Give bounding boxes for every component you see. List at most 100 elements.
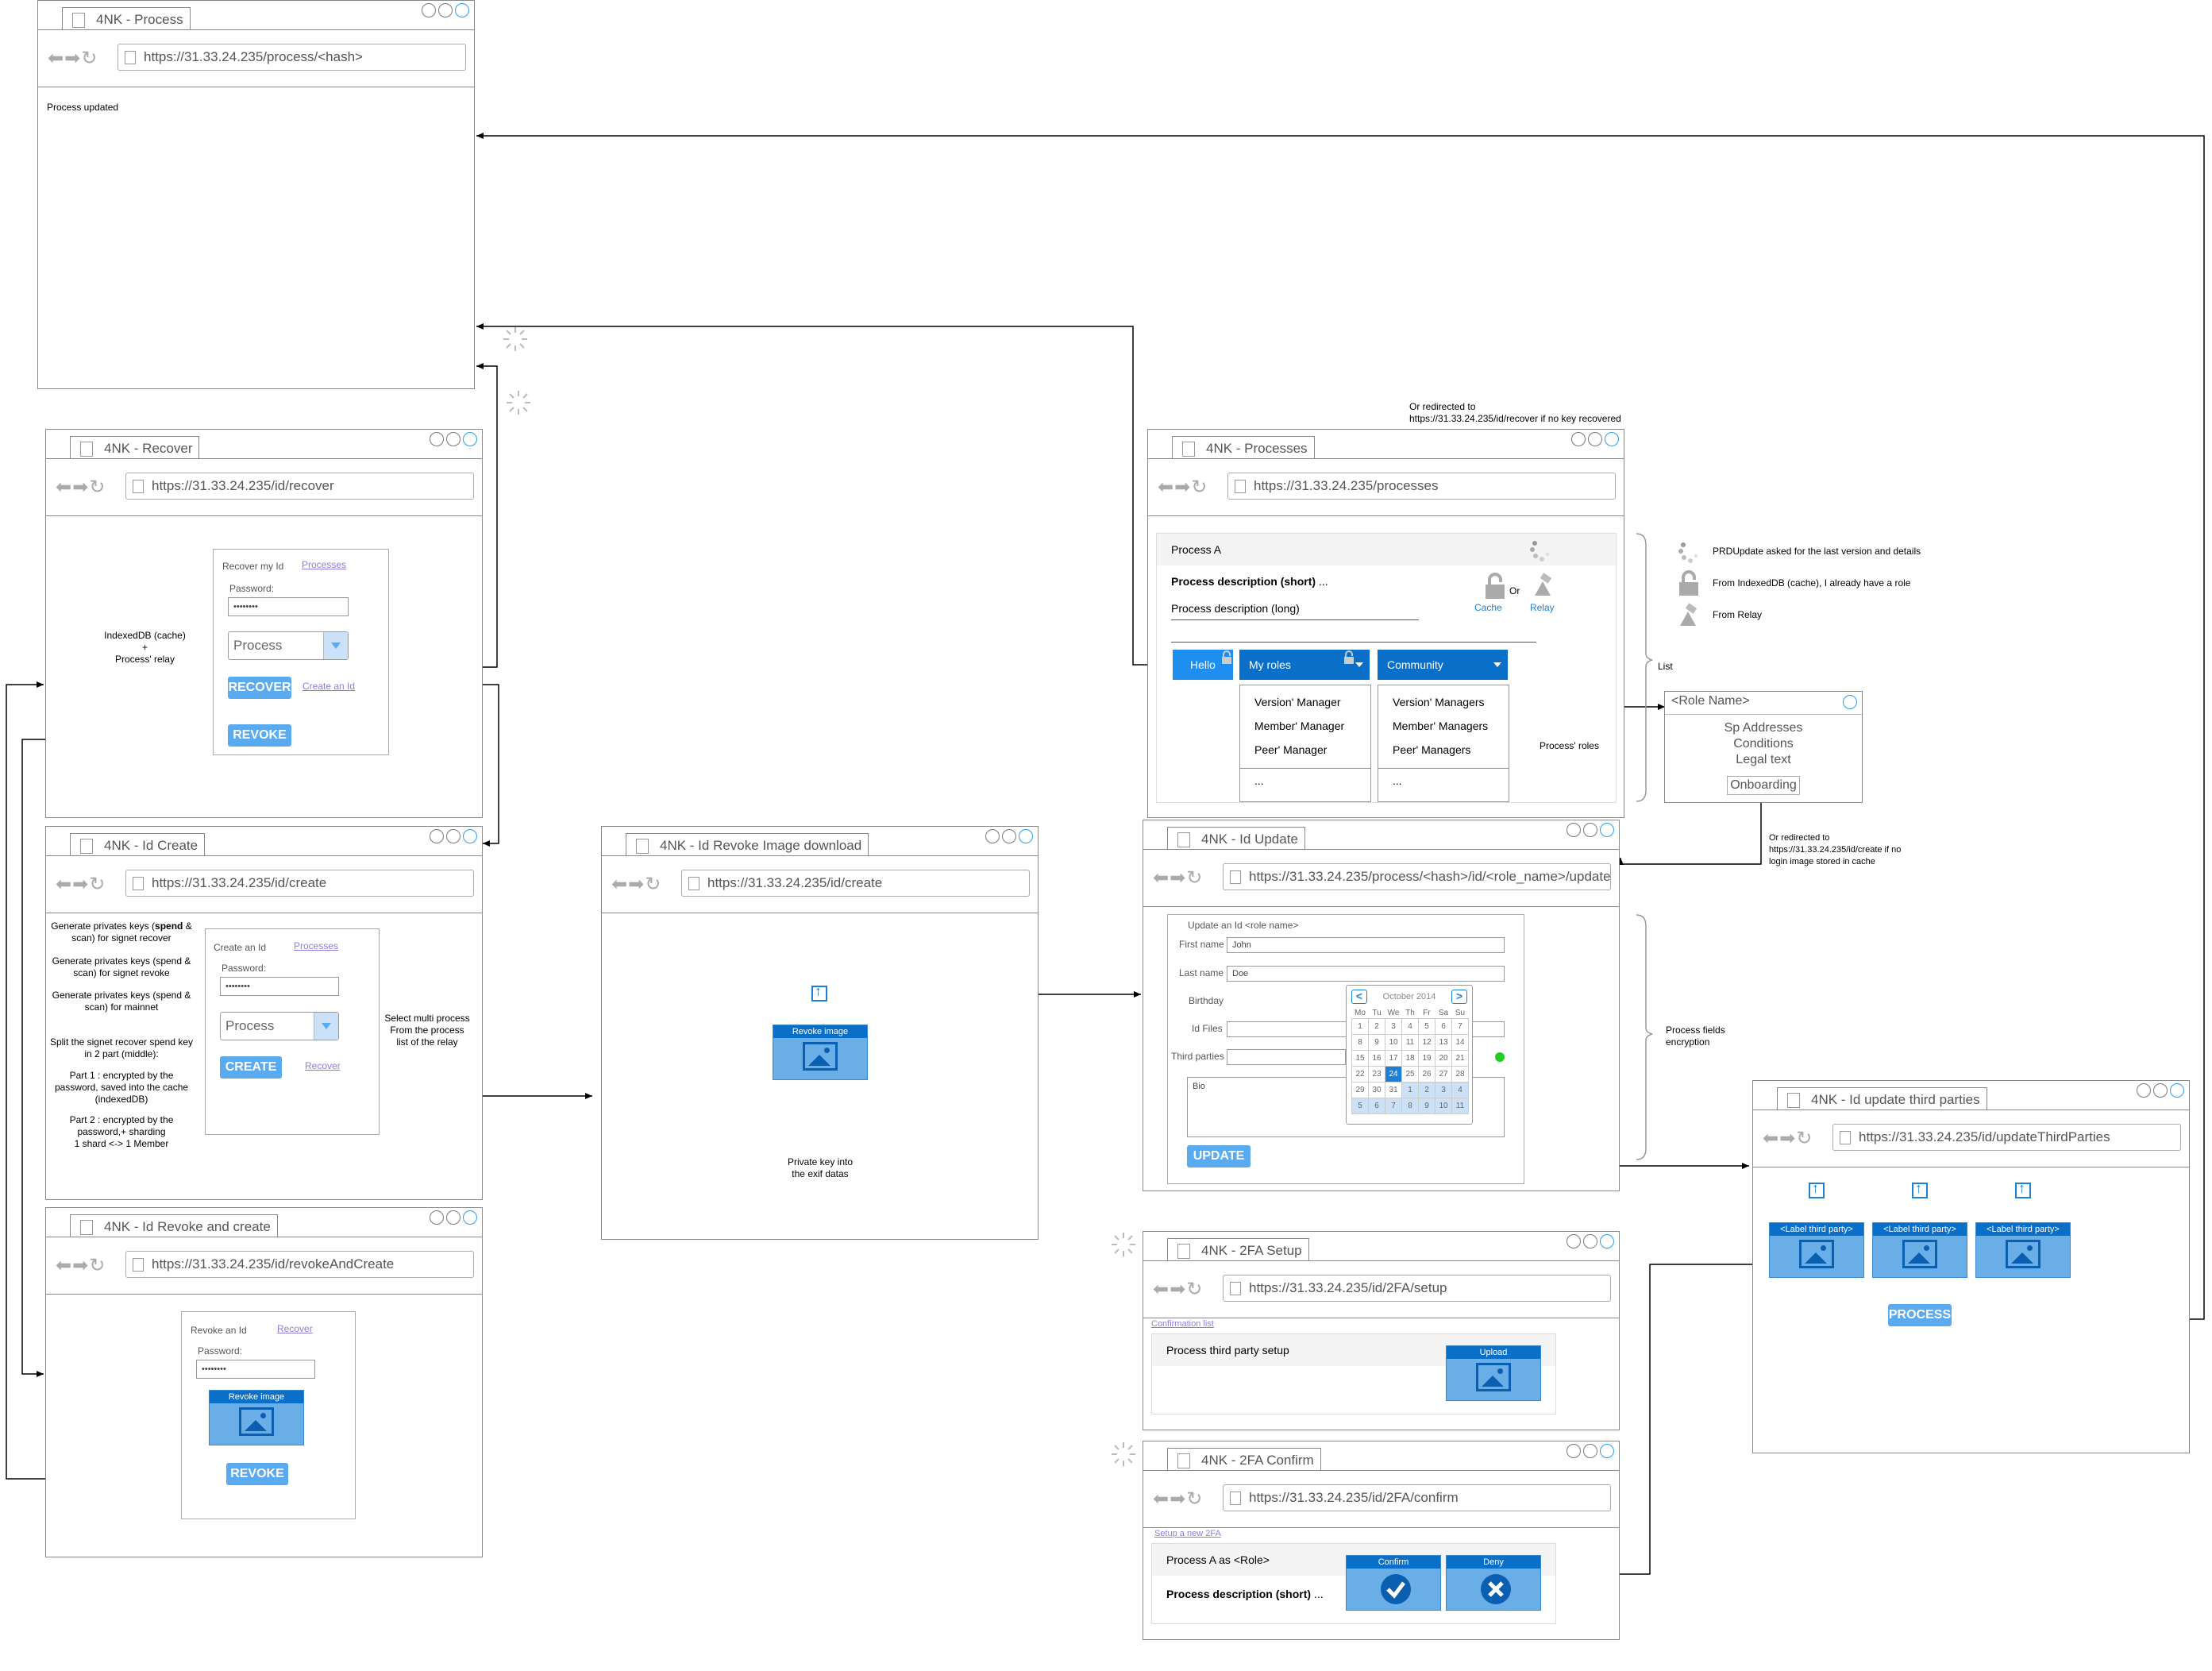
back-forward-reload-icon[interactable]: ⬅➡↻ xyxy=(56,873,106,896)
minimize-button[interactable] xyxy=(422,3,436,17)
calendar-day[interactable]: 6 xyxy=(1435,1018,1452,1035)
menu-item[interactable]: Peer' Manager xyxy=(1240,738,1370,762)
community-dropdown[interactable]: Community xyxy=(1378,650,1508,680)
maximize-button[interactable] xyxy=(1583,1234,1597,1248)
create-id-link[interactable]: Create an Id xyxy=(303,681,355,692)
menu-item[interactable]: Peer' Managers xyxy=(1378,738,1509,762)
browser-tab[interactable]: 4NK - Processes xyxy=(1172,436,1315,459)
maximize-button[interactable] xyxy=(1588,432,1602,446)
browser-tab[interactable]: 4NK - 2FA Confirm xyxy=(1167,1448,1321,1471)
upload-widget[interactable]: Upload xyxy=(1446,1345,1541,1401)
calendar-day[interactable]: 25 xyxy=(1401,1066,1419,1082)
back-forward-reload-icon[interactable]: ⬅➡↻ xyxy=(1763,1127,1813,1150)
close-button[interactable] xyxy=(455,3,469,17)
back-forward-reload-icon[interactable]: ⬅➡↻ xyxy=(56,476,106,499)
browser-tab[interactable]: 4NK - Id Revoke and create xyxy=(70,1214,278,1237)
download-icon[interactable] xyxy=(811,983,827,1001)
password-field[interactable]: •••••••• xyxy=(228,597,349,616)
calendar-day[interactable]: 5 xyxy=(1418,1018,1435,1035)
minimize-button[interactable] xyxy=(2137,1083,2151,1098)
calendar-day[interactable]: 10 xyxy=(1435,1098,1452,1114)
third-party-image[interactable]: <Label third party> xyxy=(1975,1222,2071,1278)
calendar-day[interactable]: 2 xyxy=(1418,1082,1435,1098)
browser-tab[interactable]: 4NK - Recover xyxy=(70,436,200,459)
maximize-button[interactable] xyxy=(446,1210,461,1225)
calendar-day[interactable]: 7 xyxy=(1385,1098,1402,1114)
minimize-button[interactable] xyxy=(430,1210,444,1225)
calendar-day[interactable]: 2 xyxy=(1368,1018,1385,1035)
calendar-day[interactable]: 28 xyxy=(1451,1066,1469,1082)
back-forward-reload-icon[interactable]: ⬅➡↻ xyxy=(48,47,98,70)
calendar-day[interactable]: 7 xyxy=(1451,1018,1469,1035)
calendar-day[interactable]: 23 xyxy=(1368,1066,1385,1082)
menu-item[interactable]: Member' Managers xyxy=(1378,714,1509,738)
process-select[interactable]: Process xyxy=(228,631,349,660)
minimize-button[interactable] xyxy=(1567,1444,1581,1458)
revoke-image-upload[interactable]: Revoke image xyxy=(209,1390,304,1445)
calendar-day[interactable]: 11 xyxy=(1451,1098,1469,1114)
close-button[interactable] xyxy=(1605,432,1619,446)
maximize-button[interactable] xyxy=(1583,1444,1597,1458)
onboarding-button[interactable]: Onboarding xyxy=(1727,776,1800,795)
back-forward-reload-icon[interactable]: ⬅➡↻ xyxy=(1153,866,1203,890)
revoke-button[interactable]: REVOKE xyxy=(226,1463,288,1485)
calendar-day[interactable]: 3 xyxy=(1385,1018,1402,1035)
browser-tab[interactable]: 4NK - Process xyxy=(62,7,191,30)
chevron-right-icon[interactable]: > xyxy=(1451,990,1467,1004)
calendar-day[interactable]: 27 xyxy=(1435,1066,1452,1082)
calendar-day[interactable]: 24 xyxy=(1385,1066,1402,1082)
browser-tab[interactable]: 4NK - Id Create xyxy=(70,833,206,856)
close-button[interactable] xyxy=(1600,1444,1614,1458)
back-forward-reload-icon[interactable]: ⬅➡↻ xyxy=(1158,476,1208,499)
process-select[interactable]: Process xyxy=(220,1012,339,1040)
maximize-button[interactable] xyxy=(1002,829,1016,843)
back-forward-reload-icon[interactable]: ⬅➡↻ xyxy=(56,1254,106,1277)
processes-link[interactable]: Processes xyxy=(294,940,338,951)
first-name-field[interactable]: John xyxy=(1227,937,1505,953)
address-bar[interactable]: https://31.33.24.235/id/2FA/setup xyxy=(1223,1275,1611,1302)
back-forward-reload-icon[interactable]: ⬅➡↻ xyxy=(611,873,661,896)
upload-icon[interactable] xyxy=(2015,1180,2031,1198)
minimize-button[interactable] xyxy=(430,432,444,446)
browser-tab[interactable]: 4NK - 2FA Setup xyxy=(1167,1238,1309,1261)
upload-icon[interactable] xyxy=(1912,1180,1928,1198)
processes-link[interactable]: Processes xyxy=(302,559,346,570)
address-bar[interactable]: https://31.33.24.235/id/revokeAndCreate xyxy=(125,1251,474,1278)
maximize-button[interactable] xyxy=(1583,823,1597,837)
maximize-button[interactable] xyxy=(446,432,461,446)
close-button[interactable] xyxy=(463,1210,477,1225)
calendar-day[interactable]: 11 xyxy=(1401,1034,1419,1051)
recover-link[interactable]: Recover xyxy=(305,1060,341,1071)
calendar-day[interactable]: 6 xyxy=(1368,1098,1385,1114)
minimize-button[interactable] xyxy=(985,829,1000,843)
minimize-button[interactable] xyxy=(1567,823,1581,837)
minimize-button[interactable] xyxy=(1571,432,1586,446)
browser-tab[interactable]: 4NK - Id Revoke Image download xyxy=(626,833,869,856)
calendar-day[interactable]: 1 xyxy=(1351,1018,1369,1035)
third-party-image[interactable]: <Label third party> xyxy=(1769,1222,1864,1278)
address-bar[interactable]: https://31.33.24.235/id/2FA/confirm xyxy=(1223,1484,1611,1511)
calendar-day[interactable]: 3 xyxy=(1435,1082,1452,1098)
revoke-button[interactable]: REVOKE xyxy=(228,724,291,747)
maximize-button[interactable] xyxy=(2153,1083,2168,1098)
close-button[interactable] xyxy=(1600,1234,1614,1248)
calendar-day[interactable]: 29 xyxy=(1351,1082,1369,1098)
calendar-day[interactable]: 17 xyxy=(1385,1050,1402,1067)
close-button[interactable] xyxy=(463,829,477,843)
close-icon[interactable] xyxy=(1843,695,1857,709)
menu-item[interactable]: ... xyxy=(1378,768,1509,793)
confirmation-list-link[interactable]: Confirmation list xyxy=(1151,1319,1214,1329)
browser-tab[interactable]: 4NK - Id update third parties xyxy=(1777,1087,1987,1110)
menu-item[interactable]: Version' Manager xyxy=(1240,690,1370,714)
calendar-day[interactable]: 13 xyxy=(1435,1034,1452,1051)
last-name-field[interactable]: Doe xyxy=(1227,966,1505,982)
calendar-day[interactable]: 19 xyxy=(1418,1050,1435,1067)
calendar-day[interactable]: 9 xyxy=(1368,1034,1385,1051)
calendar-day[interactable]: 14 xyxy=(1451,1034,1469,1051)
calendar-day[interactable]: 5 xyxy=(1351,1098,1369,1114)
close-button[interactable] xyxy=(1019,829,1033,843)
confirm-button[interactable]: Confirm xyxy=(1346,1555,1441,1611)
password-field[interactable]: •••••••• xyxy=(196,1360,315,1379)
back-forward-reload-icon[interactable]: ⬅➡↻ xyxy=(1153,1278,1203,1301)
calendar-day[interactable]: 16 xyxy=(1368,1050,1385,1067)
